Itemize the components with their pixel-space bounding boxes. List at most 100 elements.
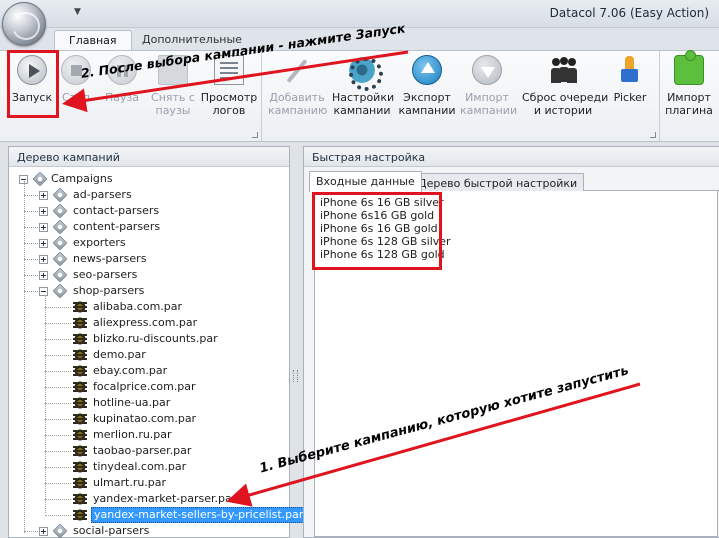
tree-campaign-label: focalprice.com.par xyxy=(93,380,196,393)
tree-connector xyxy=(24,181,25,533)
spider-icon xyxy=(73,300,87,314)
folder-icon xyxy=(52,187,68,203)
tree-connector xyxy=(45,451,71,452)
panel-splitter[interactable] xyxy=(293,370,298,382)
tree-campaign-label: alibaba.com.par xyxy=(93,300,183,313)
expand-icon[interactable] xyxy=(39,527,48,536)
tree-connector xyxy=(24,275,38,276)
tree-campaign-label: ulmart.ru.par xyxy=(93,476,167,489)
tree-connector xyxy=(45,419,71,420)
tree-connector xyxy=(45,339,71,340)
tree-connector xyxy=(45,499,71,500)
tree-connector xyxy=(45,355,71,356)
reset-queue-button[interactable]: Сброс очереди и истории xyxy=(522,55,608,117)
tree-folder-label: news-parsers xyxy=(73,252,147,265)
tab-main[interactable]: Главная xyxy=(54,30,132,51)
spider-icon xyxy=(73,476,87,490)
wand-icon xyxy=(282,55,312,85)
expand-icon[interactable] xyxy=(39,223,48,232)
add-campaign-button[interactable]: Добавить кампанию xyxy=(268,55,327,117)
import-campaign-button[interactable]: Импорт кампании xyxy=(460,55,517,117)
quick-access-dropdown-icon[interactable]: ▼ xyxy=(74,7,81,17)
tree-folder-label: exporters xyxy=(73,236,126,249)
spider-icon xyxy=(73,444,87,458)
tree-connector xyxy=(45,387,71,388)
upload-arrow-icon xyxy=(412,55,442,85)
ribbon-group-campaigns: Добавить кампанию Настройки кампании Экс… xyxy=(262,51,660,141)
tree-campaign-label: yandex-market-sellers-by-pricelist.par xyxy=(91,507,307,523)
tree-connector xyxy=(45,323,71,324)
folder-icon xyxy=(52,283,68,299)
input-highlight-box xyxy=(312,192,442,270)
tree-campaign-label: aliexpress.com.par xyxy=(93,316,198,329)
spider-icon xyxy=(73,492,87,506)
tree-connector xyxy=(45,515,71,516)
quick-settings-title: Быстрая настройка xyxy=(304,147,719,167)
export-campaign-button[interactable]: Экспорт кампании xyxy=(398,55,456,117)
tree-campaign-label: taobao-parser.par xyxy=(93,444,192,457)
tree-connector xyxy=(24,227,38,228)
tab-input-data[interactable]: Входные данные xyxy=(309,171,422,192)
folder-icon xyxy=(52,219,68,235)
collapse-icon[interactable] xyxy=(39,287,48,296)
tree-campaign-label: blizko.ru-discounts.par xyxy=(93,332,218,345)
tree-connector xyxy=(45,483,71,484)
picker-button[interactable]: Picker xyxy=(610,55,650,104)
tree-campaign-label: ebay.com.par xyxy=(93,364,168,377)
tree-connector xyxy=(45,371,71,372)
spider-icon xyxy=(73,332,87,346)
tree-connector xyxy=(45,307,71,308)
puzzle-icon xyxy=(674,50,704,85)
expand-icon[interactable] xyxy=(39,239,48,248)
group-launcher-icon[interactable] xyxy=(650,132,656,138)
tree-folder-label: contact-parsers xyxy=(73,204,160,217)
tree-campaign-label: hotline-ua.par xyxy=(93,396,171,409)
tree-campaign-label: yandex-market-parser.par xyxy=(93,492,237,505)
app-menu-orb-icon[interactable] xyxy=(2,2,46,46)
campaign-tree[interactable]: Campaigns ad-parsers contact-parsers conte… xyxy=(9,169,307,538)
tree-connector xyxy=(45,435,71,436)
group-launcher-icon[interactable] xyxy=(252,132,258,138)
campaign-tree-panel: Дерево кампаний Campaigns ad-parsers cont… xyxy=(8,146,307,538)
spider-icon xyxy=(73,412,87,426)
campaign-tree-title: Дерево кампаний xyxy=(9,147,289,167)
tree-connector xyxy=(45,403,71,404)
tree-campaign-label: merlion.ru.par xyxy=(93,428,172,441)
tree-connector xyxy=(24,259,38,260)
spider-icon xyxy=(73,428,87,442)
expand-icon[interactable] xyxy=(39,255,48,264)
tree-folder-label: shop-parsers xyxy=(73,284,145,297)
tree-connector xyxy=(45,467,71,468)
spider-icon xyxy=(73,364,87,378)
download-arrow-icon xyxy=(472,55,502,85)
folder-icon xyxy=(52,523,68,538)
import-plugin-button[interactable]: Импорт плагина xyxy=(664,50,714,117)
ribbon-group-plugins: Импорт плагина xyxy=(660,50,719,141)
campaign-settings-button[interactable]: Настройки кампании xyxy=(332,55,394,117)
spider-icon xyxy=(73,348,87,362)
tree-connector xyxy=(24,195,38,196)
start-highlight-box xyxy=(7,50,59,118)
expand-icon[interactable] xyxy=(39,191,48,200)
folder-icon xyxy=(52,203,68,219)
folder-icon xyxy=(52,251,68,267)
expand-icon[interactable] xyxy=(39,207,48,216)
folder-icon xyxy=(32,171,48,187)
tree-campaign-label: demo.par xyxy=(93,348,146,361)
tree-connector xyxy=(24,531,38,532)
spider-icon xyxy=(73,396,87,410)
folder-icon xyxy=(52,267,68,283)
tab-quick-settings-tree[interactable]: Дерево быстрой настройки xyxy=(411,173,585,191)
tree-folder-label: social-parsers xyxy=(73,524,150,537)
spider-icon xyxy=(73,508,87,522)
folder-icon xyxy=(52,235,68,251)
spider-icon xyxy=(73,380,87,394)
tree-connector xyxy=(24,243,38,244)
tree-connector xyxy=(24,211,38,212)
expand-icon[interactable] xyxy=(39,271,48,280)
title-bar: ▼ Datacol 7.06 (Easy Action) xyxy=(0,0,719,28)
view-logs-button[interactable]: Просмотр логов xyxy=(200,55,258,117)
tree-folder-label: ad-parsers xyxy=(73,188,132,201)
tree-connector xyxy=(24,291,38,292)
quick-settings-tabs: Входные данные Дерево быстрой настройки xyxy=(309,171,719,192)
